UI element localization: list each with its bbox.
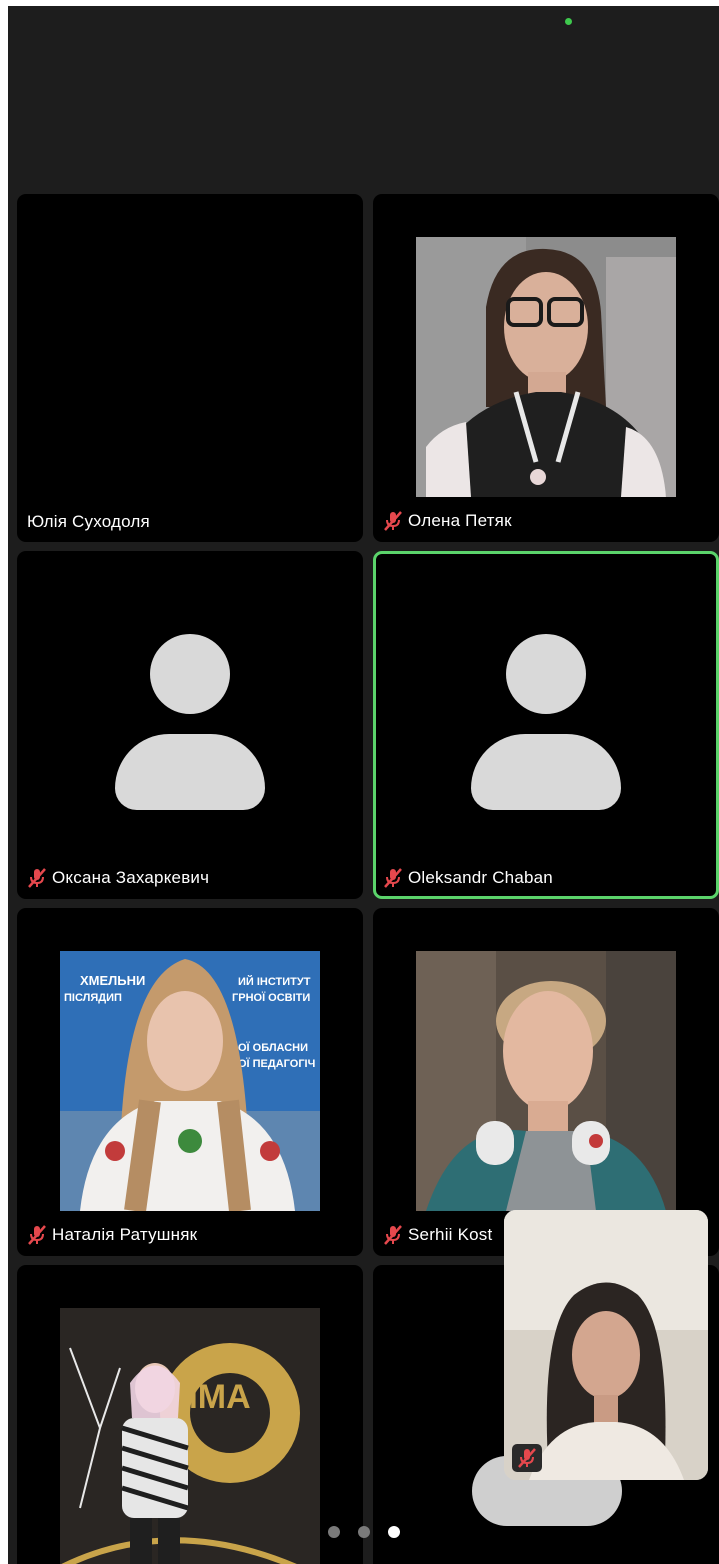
participant-tile-1[interactable]: Юлія Суходоля [17,194,363,542]
svg-text:ПІСЛЯДИП: ПІСЛЯДИП [64,992,122,1004]
svg-text:ИЙ ІНСТИТУТ: ИЙ ІНСТИТУТ [238,975,311,988]
participant-name: Олена Петяк [408,511,512,530]
muted-mic-icon [28,1225,46,1245]
muted-mic-icon [28,868,46,888]
avatar-placeholder-head [150,634,230,714]
participant-name: Оксана Захаркевич [52,868,210,887]
participant-name-bar: Юлія Суходоля [27,512,150,532]
participant-tile-4-active-speaker[interactable]: Oleksandr Chaban [373,551,719,899]
svg-text:ОЇ ПЕДАГОГІЧ: ОЇ ПЕДАГОГІЧ [238,1057,315,1070]
participant-tile-3[interactable]: Оксана Захаркевич [17,551,363,899]
camera-status-indicator [565,18,572,25]
page-dot-2[interactable] [357,1526,370,1538]
muted-mic-icon [384,868,402,888]
participant-name: Serhii Kost [408,1225,493,1244]
participant-name-bar: Serhii Kost [383,1224,492,1246]
participant-name-bar: Оксана Захаркевич [27,867,209,889]
page-dot-1[interactable] [327,1526,340,1538]
participant-video [416,951,676,1211]
svg-text:ХМЕЛЬНИ: ХМЕЛЬНИ [80,973,145,988]
participant-name-bar: Олена Петяк [383,510,512,532]
meeting-screen: Юлія Суходоля Олена Петяк Оксана Захарке… [8,6,719,1564]
young-man-headphones-photo [416,951,676,1211]
avatar-placeholder-head [506,634,586,714]
woman-blond-photo: ХМЕЛЬНИ ИЙ ІНСТИТУТ ПІСЛЯДИП ГРНОЇ ОСВІТ… [60,951,320,1211]
muted-mic-icon [518,1448,536,1468]
participant-name: Наталія Ратушняк [52,1225,198,1244]
participant-tile-6[interactable]: Serhii Kost [373,908,719,1256]
participant-video [416,237,676,497]
svg-text:ГРНОЇ ОСВІТИ: ГРНОЇ ОСВІТИ [232,991,310,1004]
participant-tile-7[interactable]: IMMA [17,1265,363,1564]
muted-mic-icon [384,511,402,531]
page-dot-3-current[interactable] [387,1526,400,1538]
self-mute-indicator[interactable] [512,1444,542,1472]
avatar-placeholder-body [115,734,265,810]
participant-name: Oleksandr Chaban [408,868,553,887]
participant-name-bar: Наталія Ратушняк [27,1224,197,1246]
self-view-video[interactable] [504,1210,708,1480]
woman-glasses-photo [416,237,676,497]
participant-tile-2[interactable]: Олена Петяк [373,194,719,542]
participant-name: Юлія Суходоля [27,512,150,531]
avatar-placeholder-body [471,734,621,810]
self-view-photo [504,1210,708,1480]
participant-video: ХМЕЛЬНИ ИЙ ІНСТИТУТ ПІСЛЯДИП ГРНОЇ ОСВІТ… [60,951,320,1211]
muted-mic-icon [384,1225,402,1245]
page-indicator[interactable] [8,1526,719,1546]
svg-text:ОЇ ОБЛАСНИ: ОЇ ОБЛАСНИ [238,1041,308,1054]
participant-tile-5[interactable]: ХМЕЛЬНИ ИЙ ІНСТИТУТ ПІСЛЯДИП ГРНОЇ ОСВІТ… [17,908,363,1256]
participant-name-bar: Oleksandr Chaban [383,867,553,889]
